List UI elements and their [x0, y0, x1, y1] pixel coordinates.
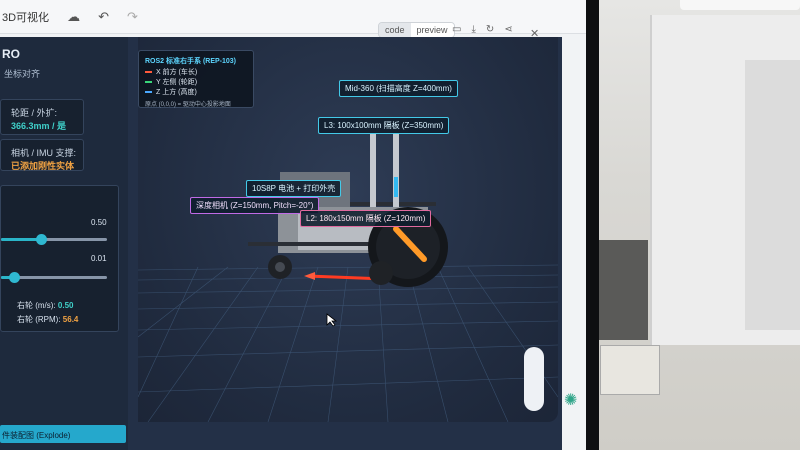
- toolbar-icons: ▭ ⤓ ↻ ⋖: [452, 24, 513, 35]
- refresh-icon[interactable]: ↻: [486, 24, 494, 35]
- slider-2[interactable]: [1, 272, 107, 283]
- right-wheel-rpm-value: 56.4: [62, 315, 79, 324]
- slider-2-knob[interactable]: [8, 272, 20, 283]
- z-swatch: [145, 91, 152, 93]
- screen: 3D可视化 ☁ ↶ ↷ code preview ▭ ⤓ ↻ ⋖ ✕ RO 坐标…: [0, 0, 586, 450]
- slider1-value: 0.50: [91, 218, 107, 227]
- x-axis-arrow: [304, 272, 315, 280]
- wheel-value: 366.3mm / 是: [11, 121, 67, 131]
- slider-1-knob[interactable]: [36, 234, 48, 245]
- cabinet-door: [745, 60, 800, 330]
- app-area: RO 坐标对齐 轮距 / 外扩: 366.3mm / 是 相机 / IMU 支撑…: [0, 37, 562, 450]
- redo-icon[interactable]: ↷: [127, 9, 138, 25]
- tag-l3[interactable]: L3: 100x100mm 隔板 (Z=350mm): [318, 117, 450, 134]
- right-wheel-ms: 右轮 (m/s): 0.50: [17, 300, 73, 311]
- share-icon[interactable]: ⋖: [504, 24, 512, 35]
- legend-title: ROS2 标准右手系 (REP-103): [145, 58, 237, 65]
- camera-card: 相机 / IMU 支撑: 已添加刚性实体: [0, 139, 84, 171]
- legend-x: X 前方 (车长): [145, 67, 197, 77]
- mast-left: [370, 127, 376, 207]
- preview-tab[interactable]: preview: [410, 23, 454, 37]
- explode-button[interactable]: 件装配图 (Explode): [0, 425, 126, 443]
- slider-1-fill: [1, 238, 42, 241]
- y-swatch: [145, 81, 152, 83]
- camera-label: 相机 / IMU 支撑:: [11, 148, 76, 158]
- floor-grid: [138, 264, 558, 422]
- legend-z: Z 上方 (高度): [145, 87, 197, 97]
- coordinate-legend: ROS2 标准右手系 (REP-103) X 前方 (车长) Y 左侧 (轮距)…: [138, 50, 254, 108]
- lab-equipment: [598, 240, 648, 340]
- slider2-value: 0.01: [91, 254, 107, 263]
- x-swatch: [145, 71, 152, 73]
- code-tab[interactable]: code: [379, 23, 411, 37]
- tag-l2[interactable]: L2: 180x150mm 隔板 (Z=120mm): [300, 210, 432, 227]
- right-wheel-rpm-label: 右轮 (RPM):: [17, 315, 61, 324]
- control-card: 0.50 0.01 右轮 (m/s): 0.50 右轮 (RPM): 56.4: [0, 185, 119, 332]
- assistant-icon[interactable]: ✺: [564, 390, 577, 410]
- left-panel: RO 坐标对齐 轮距 / 外扩: 366.3mm / 是 相机 / IMU 支撑…: [0, 37, 128, 450]
- legend-note: 原点 (0,0,0) = 驱动中心投影地面: [145, 102, 231, 108]
- wheel-card: 轮距 / 外扩: 366.3mm / 是: [0, 99, 84, 135]
- save-icon[interactable]: ▭: [452, 24, 461, 35]
- app-title: 3D可视化: [2, 11, 50, 24]
- legend-y-label: Y 左侧 (轮距): [156, 79, 198, 86]
- slider-1[interactable]: [1, 234, 107, 245]
- right-wheel-rpm: 右轮 (RPM): 56.4: [17, 314, 78, 325]
- tag-battery[interactable]: 10S8P 电池 + 打印外壳: [246, 180, 342, 197]
- right-wheel-ms-label: 右轮 (m/s):: [17, 301, 56, 310]
- view-toggle: code preview: [378, 22, 455, 38]
- camera-value: 已添加刚性实体: [11, 161, 75, 171]
- 3d-viewport[interactable]: ROS2 标准右手系 (REP-103) X 前方 (车长) Y 左侧 (轮距)…: [138, 37, 558, 422]
- mouse-cursor: [326, 313, 338, 327]
- download-icon[interactable]: ⤓: [471, 24, 475, 35]
- undo-icon[interactable]: ↶: [98, 9, 109, 25]
- legend-z-label: Z 上方 (高度): [156, 89, 197, 96]
- wheel-label: 轮距 / 外扩:: [11, 108, 58, 118]
- front-small-wheel: [369, 261, 393, 285]
- cloud-icon[interactable]: ☁: [67, 9, 80, 25]
- panel-subtitle: 坐标对齐: [4, 69, 41, 79]
- ceiling-lamp: [680, 0, 800, 10]
- legend-x-label: X 前方 (车长): [156, 69, 198, 76]
- monitor-bezel: [585, 0, 599, 450]
- view-control-pill[interactable]: [524, 347, 544, 411]
- tag-mid360[interactable]: Mid-360 (扫描高度 Z=400mm): [339, 80, 458, 97]
- right-wheel-ms-value: 0.50: [57, 301, 74, 310]
- panel-title: RO: [2, 47, 20, 61]
- legend-y: Y 左侧 (轮距): [145, 77, 197, 87]
- lab-device: [600, 345, 660, 395]
